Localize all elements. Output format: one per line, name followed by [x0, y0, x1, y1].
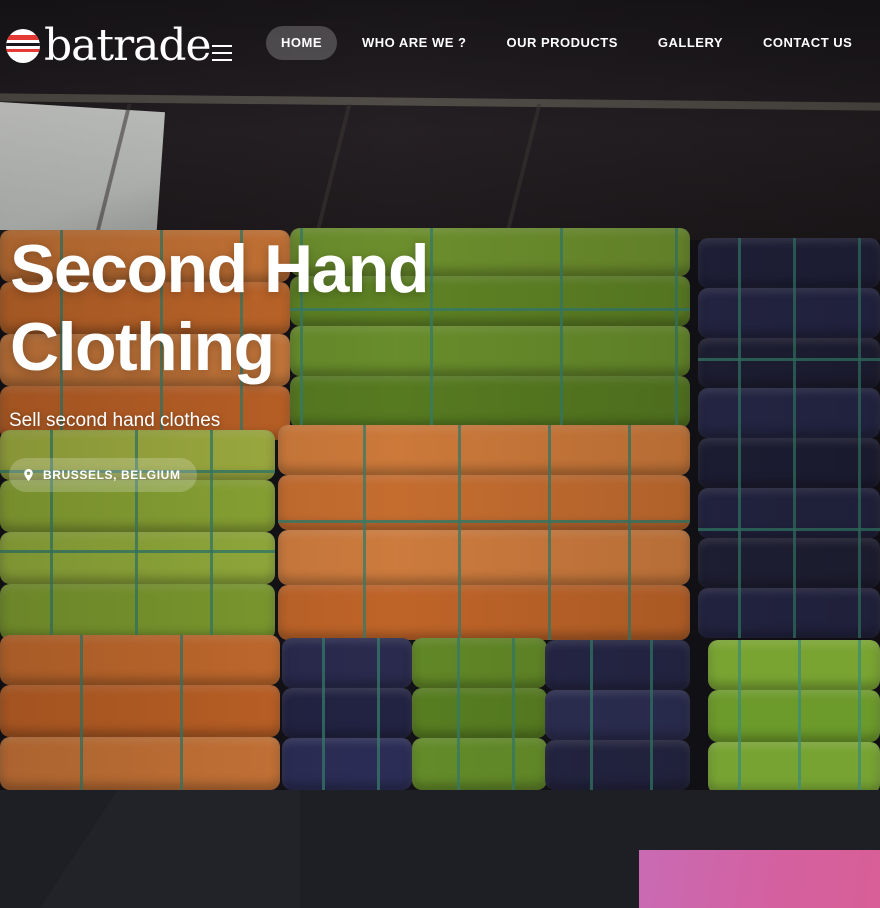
hamburger-icon[interactable]	[212, 45, 232, 63]
nav-item-gallery[interactable]: GALLERY	[643, 26, 738, 60]
brand-name: batrade	[44, 20, 212, 71]
nav-item-who-are-we[interactable]: WHO ARE WE ?	[347, 26, 481, 60]
main-navigation: HOME WHO ARE WE ? OUR PRODUCTS GALLERY C…	[266, 26, 877, 60]
brand-logo[interactable]: batrade	[6, 20, 212, 71]
location-label: BRUSSELS, BELGIUM	[43, 468, 181, 482]
hero-subtitle: Sell second hand clothes	[9, 410, 221, 431]
hero-title: Second Hand Clothing	[10, 231, 430, 385]
map-pin-icon	[24, 469, 33, 481]
accent-block	[639, 850, 880, 908]
nav-item-home[interactable]: HOME	[266, 26, 337, 60]
nav-item-contact-us[interactable]: CONTACT US	[748, 26, 867, 60]
logo-icon	[6, 29, 40, 63]
location-badge[interactable]: BRUSSELS, BELGIUM	[9, 458, 197, 492]
nav-item-our-products[interactable]: OUR PRODUCTS	[491, 26, 632, 60]
